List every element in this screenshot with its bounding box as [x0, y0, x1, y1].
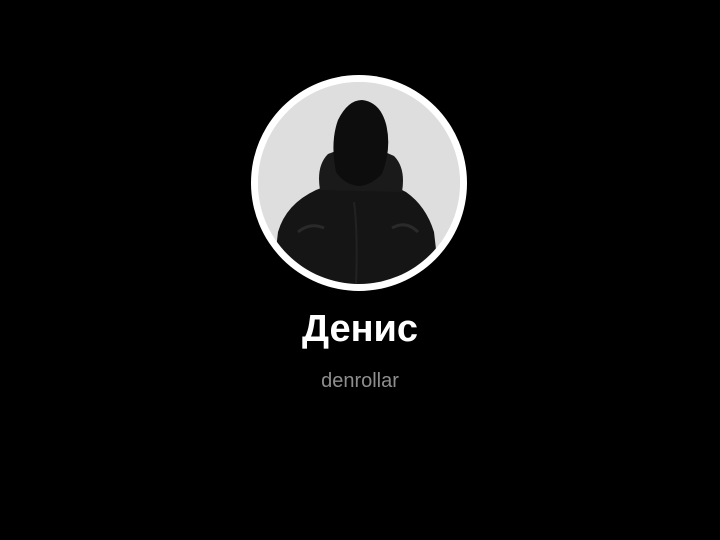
profile-card: Денис denrollar	[0, 0, 720, 540]
hooded-person-silhouette-icon	[258, 82, 460, 284]
avatar-ring[interactable]	[251, 75, 467, 291]
display-name: Денис	[301, 308, 419, 350]
username: denrollar	[321, 370, 399, 392]
avatar[interactable]	[258, 82, 460, 284]
